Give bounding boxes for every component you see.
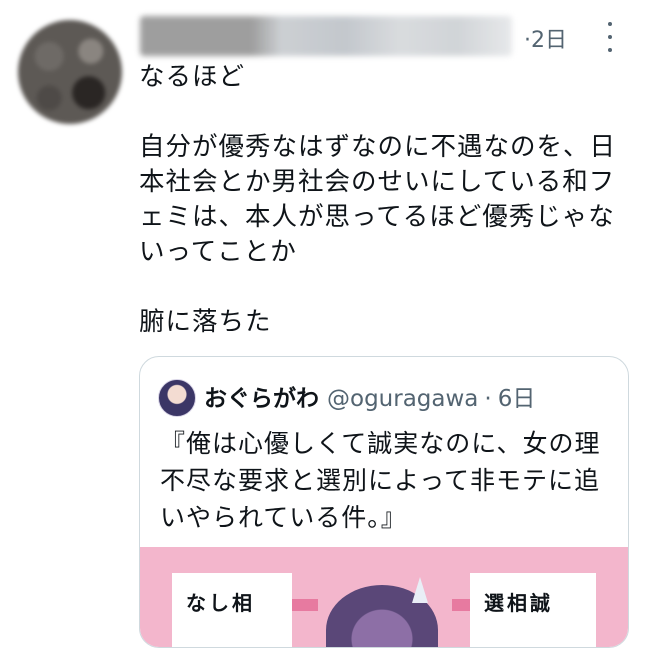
quoted-handle[interactable]: @oguragawa <box>327 386 478 412</box>
tweet-text: なるほど 自分が優秀なはずなのに不遇なのを、日本社会とか男社会のせいにしている和… <box>139 60 639 340</box>
author-name-blurred[interactable] <box>140 16 512 56</box>
separator-dot: · <box>484 386 492 412</box>
tweet-paragraph: 腑に落ちた <box>139 307 272 337</box>
cover-stripe <box>292 599 318 611</box>
quoted-header: おぐらがわ @oguragawa · 6日 <box>204 379 535 413</box>
more-vertical-icon[interactable] <box>600 22 620 52</box>
tweet-paragraph: なるほど <box>139 62 246 92</box>
cover-stripe <box>452 599 470 611</box>
cover-title-right: 選相誠 <box>470 573 596 647</box>
avatar[interactable] <box>18 20 122 124</box>
quoted-text: 『俺は心優しくて誠実なのに、女の理不尽な要求と選別によって非モテに追いやられてい… <box>160 429 601 532</box>
tweet-timestamp[interactable]: ·2日 <box>524 22 567 54</box>
cover-highlight <box>412 577 428 603</box>
quoted-timestamp[interactable]: 6日 <box>498 386 536 412</box>
quoted-avatar[interactable] <box>158 379 196 417</box>
cover-title-left: なし相 <box>172 573 292 647</box>
quoted-image[interactable]: なし相 選相誠 <box>140 547 628 647</box>
quoted-display-name[interactable]: おぐらがわ <box>204 386 319 412</box>
tweet-paragraph: 自分が優秀なはずなのに不遇なのを、日本社会とか男社会のせいにしている和フェミは、… <box>139 132 617 267</box>
quoted-tweet[interactable]: おぐらがわ @oguragawa · 6日 『俺は心優しくて誠実なのに、女の理不尽な要… <box>139 356 629 648</box>
